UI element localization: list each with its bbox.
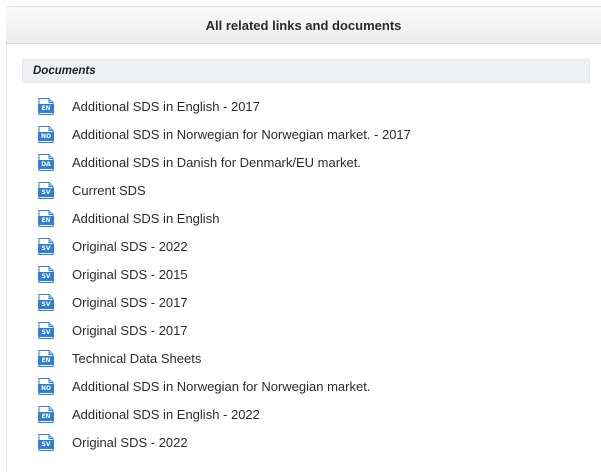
document-link[interactable]: SV Original SDS - 2022 — [38, 232, 411, 260]
document-language-code: EN — [41, 356, 51, 364]
document-link-label[interactable]: Additional SDS in Norwegian for Norwegia… — [72, 379, 370, 394]
document-link-label[interactable]: Original SDS - 2022 — [72, 435, 188, 450]
document-link-label[interactable]: Additional SDS in English - 2022 — [72, 407, 260, 422]
document-list: EN Additional SDS in English - 2017 NO Addi… — [38, 92, 411, 456]
document-language-code: NO — [40, 384, 52, 392]
document-link-label[interactable]: Original SDS - 2017 — [72, 295, 188, 310]
document-file-icon: SV — [38, 237, 54, 255]
document-link[interactable]: EN Technical Data Sheets — [38, 344, 411, 372]
document-link[interactable]: EN Additional SDS in English - 2017 — [38, 92, 411, 120]
document-link[interactable]: SV Current SDS — [38, 176, 411, 204]
document-link-label[interactable]: Additional SDS in Norwegian for Norwegia… — [72, 127, 411, 142]
document-language-code: EN — [41, 216, 51, 224]
document-file-icon: SV — [38, 433, 54, 451]
document-link-label[interactable]: Technical Data Sheets — [72, 351, 201, 366]
document-link[interactable]: DA Additional SDS in Danish for Denmark/E… — [38, 148, 411, 176]
document-file-icon: SV — [38, 293, 54, 311]
document-link[interactable]: SV Original SDS - 2015 — [38, 260, 411, 288]
document-language-code: SV — [41, 244, 51, 252]
panel-body: Documents EN Additional SDS in English - … — [6, 44, 601, 472]
document-link-label[interactable]: Original SDS - 2022 — [72, 239, 188, 254]
document-link[interactable]: SV Original SDS - 2017 — [38, 288, 411, 316]
document-link-label[interactable]: Additional SDS in Danish for Denmark/EU … — [72, 155, 361, 170]
panel-header: All related links and documents — [6, 6, 601, 44]
document-file-icon: SV — [38, 321, 54, 339]
document-language-code: SV — [41, 300, 51, 308]
document-file-icon: SV — [38, 265, 54, 283]
document-link-label[interactable]: Original SDS - 2015 — [72, 267, 188, 282]
document-file-icon: EN — [38, 97, 54, 115]
document-link[interactable]: NO Additional SDS in Norwegian for Norweg… — [38, 120, 411, 148]
document-link-label[interactable]: Additional SDS in English — [72, 211, 219, 226]
document-link[interactable]: NO Additional SDS in Norwegian for Norweg… — [38, 372, 411, 400]
document-language-code: SV — [41, 328, 51, 336]
document-link[interactable]: SV Original SDS - 2022 — [38, 428, 411, 456]
document-file-icon: DA — [38, 153, 54, 171]
documents-section-title: Documents — [33, 65, 96, 77]
document-file-icon: EN — [38, 405, 54, 423]
document-link[interactable]: EN Additional SDS in English - 2022 — [38, 400, 411, 428]
document-language-code: DA — [41, 160, 51, 168]
document-language-code: SV — [41, 272, 51, 280]
panel-title: All related links and documents — [205, 17, 402, 33]
related-documents-panel: All related links and documents Document… — [0, 0, 601, 472]
document-language-code: EN — [41, 412, 51, 420]
document-link-label[interactable]: Original SDS - 2017 — [72, 323, 188, 338]
document-file-icon: EN — [38, 349, 54, 367]
documents-section-header: Documents — [22, 59, 590, 83]
document-language-code: SV — [41, 188, 51, 196]
document-language-code: NO — [40, 132, 52, 140]
document-language-code: EN — [41, 104, 51, 112]
document-file-icon: SV — [38, 181, 54, 199]
document-link-label[interactable]: Current SDS — [72, 183, 146, 198]
document-language-code: SV — [41, 440, 51, 448]
document-link[interactable]: SV Original SDS - 2017 — [38, 316, 411, 344]
document-file-icon: EN — [38, 209, 54, 227]
document-file-icon: NO — [38, 125, 54, 143]
document-link[interactable]: EN Additional SDS in English — [38, 204, 411, 232]
document-link-label[interactable]: Additional SDS in English - 2017 — [72, 99, 260, 114]
document-file-icon: NO — [38, 377, 54, 395]
